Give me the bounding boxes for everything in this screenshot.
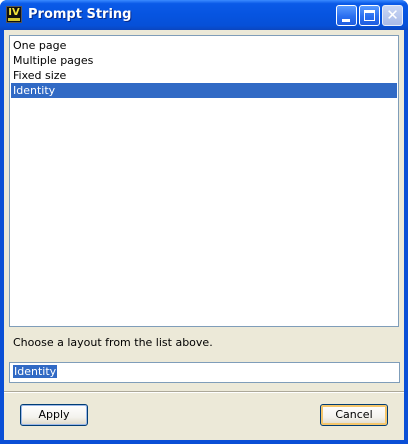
window-title: Prompt String xyxy=(28,7,132,22)
list-item-one-page[interactable]: One page xyxy=(11,38,397,53)
close-icon: ✕ xyxy=(386,6,399,24)
dialog-window: IV Prompt String ✕ One page Multiple pag… xyxy=(0,0,408,444)
list-item-fixed-size[interactable]: Fixed size xyxy=(11,68,397,83)
title-bar[interactable]: IV Prompt String ✕ xyxy=(0,0,408,30)
dialog-body: One page Multiple pages Fixed size Ident… xyxy=(4,30,404,440)
cancel-button[interactable]: Cancel xyxy=(320,404,388,426)
layout-input-value: Identity xyxy=(13,365,58,378)
close-button[interactable]: ✕ xyxy=(382,5,403,26)
hint-label: Choose a layout from the list above. xyxy=(13,336,213,349)
maximize-button[interactable] xyxy=(359,5,380,26)
apply-button[interactable]: Apply xyxy=(20,404,88,426)
app-icon: IV xyxy=(6,6,22,23)
layout-input[interactable]: Identity xyxy=(9,362,400,383)
minimize-button[interactable] xyxy=(336,5,357,26)
maximize-icon xyxy=(364,10,375,21)
button-separator xyxy=(4,391,404,393)
app-icon-glyph: IV xyxy=(8,7,20,18)
minimize-icon xyxy=(342,19,350,22)
list-item-identity[interactable]: Identity xyxy=(11,83,397,98)
list-item-multiple-pages[interactable]: Multiple pages xyxy=(11,53,397,68)
layout-listbox[interactable]: One page Multiple pages Fixed size Ident… xyxy=(9,35,399,327)
